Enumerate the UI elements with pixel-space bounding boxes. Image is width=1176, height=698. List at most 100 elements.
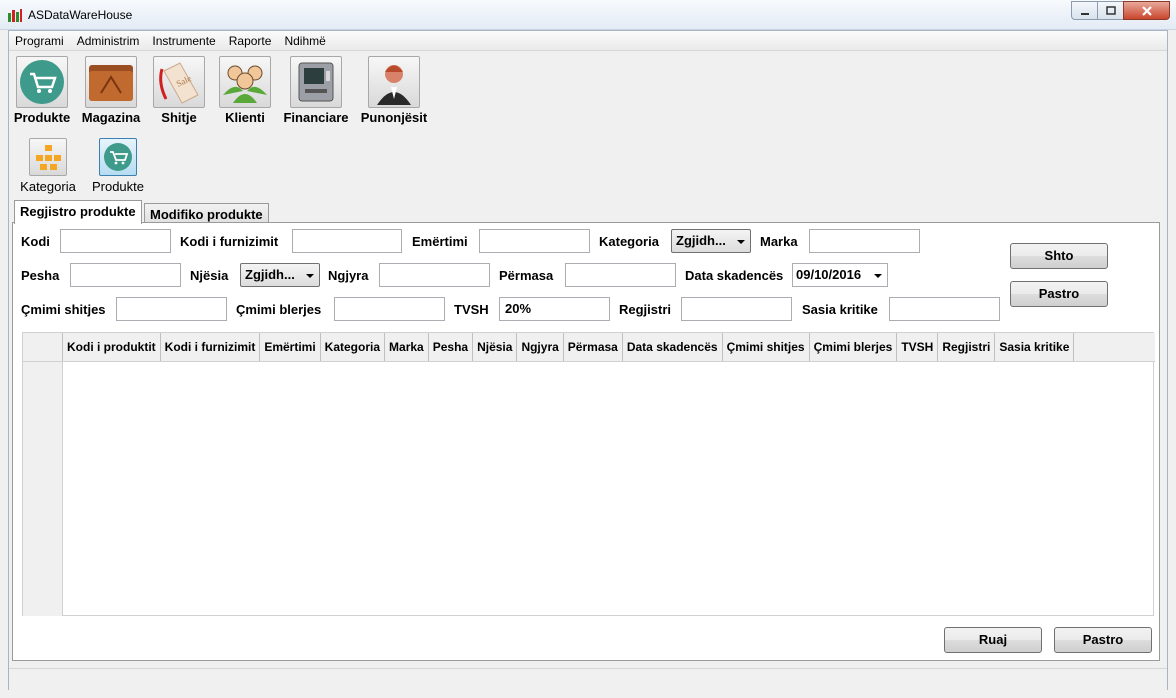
label-kategoria: Kategoria [599, 234, 659, 249]
toolbar-magazina[interactable]: Magazina [79, 56, 143, 125]
menu-programi[interactable]: Programi [9, 31, 71, 51]
menu-raporte[interactable]: Raporte [223, 31, 279, 51]
pastro-bottom-button[interactable]: Pastro [1054, 627, 1152, 653]
label-emertimi: Emërtimi [412, 234, 468, 249]
sale-tag-icon: Sale [159, 62, 199, 104]
toolbar-label: Shitje [161, 110, 197, 125]
maximize-button[interactable] [1097, 1, 1124, 20]
kategoria-select-value: Zgjidh... [676, 233, 726, 248]
status-bar [9, 668, 1167, 690]
label-permasa: Përmasa [499, 268, 554, 283]
window-controls [1071, 1, 1170, 20]
regjistri-input[interactable] [681, 297, 792, 321]
atm-machine-icon [298, 62, 334, 102]
grid-row-header [23, 333, 63, 616]
cmimi-blerjes-input[interactable] [334, 297, 445, 321]
toolbar-label: Klienti [225, 110, 265, 125]
cmimi-shitjes-input[interactable] [116, 297, 227, 321]
subtoolbar-produkte[interactable]: Produkte [87, 138, 149, 194]
toolbar-punonjesit[interactable]: Punonjësit [359, 56, 429, 125]
toolbar-label: Financiare [283, 110, 349, 125]
label-regjistri: Regjistri [619, 302, 672, 317]
column-header[interactable]: Çmimi blerjes [810, 333, 898, 361]
toolbar-label: Punonjësit [360, 110, 428, 125]
label-njesia: Njësia [190, 268, 229, 283]
minimize-button[interactable] [1071, 1, 1098, 20]
data-skadences-value: 09/10/2016 [796, 267, 862, 282]
column-header[interactable]: Ngjyra [517, 333, 564, 361]
label-cmimi-blerjes: Çmimi blerjes [236, 302, 322, 317]
sasia-kritike-input[interactable] [889, 297, 1000, 321]
tab-regjistro-produkte[interactable]: Regjistro produkte [14, 200, 142, 224]
maximize-icon [1105, 5, 1116, 15]
menu-ndihme[interactable]: Ndihmë [278, 31, 332, 51]
subtoolbar-kategoria[interactable]: Kategoria [16, 138, 80, 194]
column-header[interactable]: Përmasa [564, 333, 623, 361]
label-cmimi-shitjes: Çmimi shitjes [21, 302, 106, 317]
dropdown-arrow-icon [737, 240, 745, 244]
shto-button[interactable]: Shto [1010, 243, 1108, 269]
close-button[interactable] [1123, 1, 1170, 20]
column-header[interactable]: Sasia kritike [995, 333, 1075, 361]
label-tvsh: TVSH [454, 302, 489, 317]
subtoolbar-label: Kategoria [20, 179, 76, 194]
data-skadences-picker[interactable]: 09/10/2016 [792, 263, 888, 287]
products-grid[interactable]: Kodi i produktit Kodi i furnizimit Emërt… [22, 332, 1155, 616]
column-header[interactable]: Data skadencës [623, 333, 723, 361]
shopping-cart-icon [104, 143, 132, 171]
ngjyra-input[interactable] [379, 263, 490, 287]
minimize-icon [1080, 12, 1089, 15]
njesia-select[interactable]: Zgjidh... [240, 263, 320, 287]
marka-input[interactable] [809, 229, 920, 253]
column-header[interactable]: Kodi i furnizimit [161, 333, 261, 361]
column-header[interactable]: Njësia [473, 333, 518, 361]
toolbar-produkte[interactable]: Produkte [12, 56, 72, 125]
column-header[interactable]: Kodi i produktit [63, 333, 161, 361]
njesia-select-value: Zgjidh... [245, 267, 295, 282]
category-tree-icon [36, 145, 61, 170]
warehouse-folder-icon [89, 65, 133, 101]
toolbar-label: Magazina [81, 110, 141, 125]
toolbar-label: Produkte [13, 110, 71, 125]
main-client-area: Programi Administrim Instrumente Raporte… [8, 30, 1168, 690]
permasa-input[interactable] [565, 263, 676, 287]
tvsh-input[interactable]: 20% [499, 297, 610, 321]
customers-icon [223, 65, 267, 103]
pastro-button[interactable]: Pastro [1010, 281, 1108, 307]
toolbar-klienti[interactable]: Klienti [215, 56, 275, 125]
toolbar-financiare[interactable]: Financiare [280, 56, 352, 125]
column-header[interactable]: TVSH [897, 333, 939, 361]
label-data-skadences: Data skadencës [685, 268, 784, 283]
column-header[interactable]: Regjistri [938, 333, 996, 361]
title-bar: ASDataWareHouse [0, 0, 1176, 30]
toolbar-shitje[interactable]: Sale Shitje [149, 56, 209, 125]
grid-header: Kodi i produktit Kodi i furnizimit Emërt… [23, 333, 1155, 362]
menu-administrim[interactable]: Administrim [71, 31, 147, 51]
close-icon [1141, 5, 1152, 16]
menu-instrumente[interactable]: Instrumente [146, 31, 222, 51]
dropdown-arrow-icon [306, 274, 314, 278]
label-pesha: Pesha [21, 268, 60, 283]
kodi-input[interactable] [60, 229, 171, 253]
label-sasia-kritike: Sasia kritike [802, 302, 878, 317]
emertimi-input[interactable] [479, 229, 590, 253]
column-header[interactable]: Emërtimi [260, 333, 321, 361]
label-marka: Marka [760, 234, 798, 249]
app-icon [8, 9, 22, 22]
label-kodi: Kodi [21, 234, 50, 249]
kategoria-select[interactable]: Zgjidh... [671, 229, 751, 253]
label-ngjyra: Ngjyra [328, 268, 369, 283]
shopping-cart-icon [20, 60, 64, 104]
column-header[interactable]: Marka [385, 333, 429, 361]
employee-icon [377, 65, 411, 105]
subtoolbar-label: Produkte [91, 179, 145, 194]
pesha-input[interactable] [70, 263, 181, 287]
column-header[interactable]: Kategoria [321, 333, 386, 361]
kodi-furnizimit-input[interactable] [292, 229, 402, 253]
menu-bar: Programi Administrim Instrumente Raporte… [9, 31, 1167, 51]
window-title: ASDataWareHouse [28, 8, 133, 22]
column-header[interactable]: Çmimi shitjes [723, 333, 810, 361]
ruaj-button[interactable]: Ruaj [944, 627, 1042, 653]
column-header[interactable]: Pesha [429, 333, 474, 361]
dropdown-arrow-icon [874, 274, 882, 278]
